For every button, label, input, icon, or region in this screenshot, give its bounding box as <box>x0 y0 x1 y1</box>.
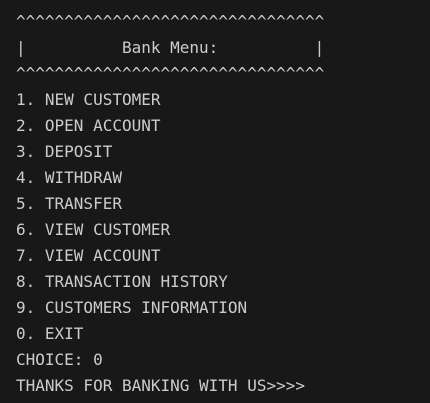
menu-border-bottom: ^^^^^^^^^^^^^^^^^^^^^^^^^^^^^^^^ <box>16 64 325 83</box>
menu-item-transfer: 5. TRANSFER <box>16 194 122 213</box>
menu-item-deposit: 3. DEPOSIT <box>16 142 113 161</box>
menu-item-open-account: 2. OPEN ACCOUNT <box>16 116 161 135</box>
terminal-output[interactable]: ^^^^^^^^^^^^^^^^^^^^^^^^^^^^^^^^ | Bank … <box>0 0 430 403</box>
menu-item-view-customer: 6. VIEW CUSTOMER <box>16 220 171 239</box>
menu-item-transaction-history: 8. TRANSACTION HISTORY <box>16 272 228 291</box>
menu-border-top: ^^^^^^^^^^^^^^^^^^^^^^^^^^^^^^^^ <box>16 12 325 31</box>
farewell-message: THANKS FOR BANKING WITH US>>>> <box>16 376 305 395</box>
menu-title: | Bank Menu: | <box>16 38 325 57</box>
menu-item-withdraw: 4. WITHDRAW <box>16 168 122 187</box>
menu-item-new-customer: 1. NEW CUSTOMER <box>16 90 161 109</box>
menu-item-view-account: 7. VIEW ACCOUNT <box>16 246 161 265</box>
menu-item-exit: 0. EXIT <box>16 324 84 343</box>
choice-prompt[interactable]: CHOICE: 0 <box>16 347 430 373</box>
menu-item-customers-information: 9. CUSTOMERS INFORMATION <box>16 298 248 317</box>
